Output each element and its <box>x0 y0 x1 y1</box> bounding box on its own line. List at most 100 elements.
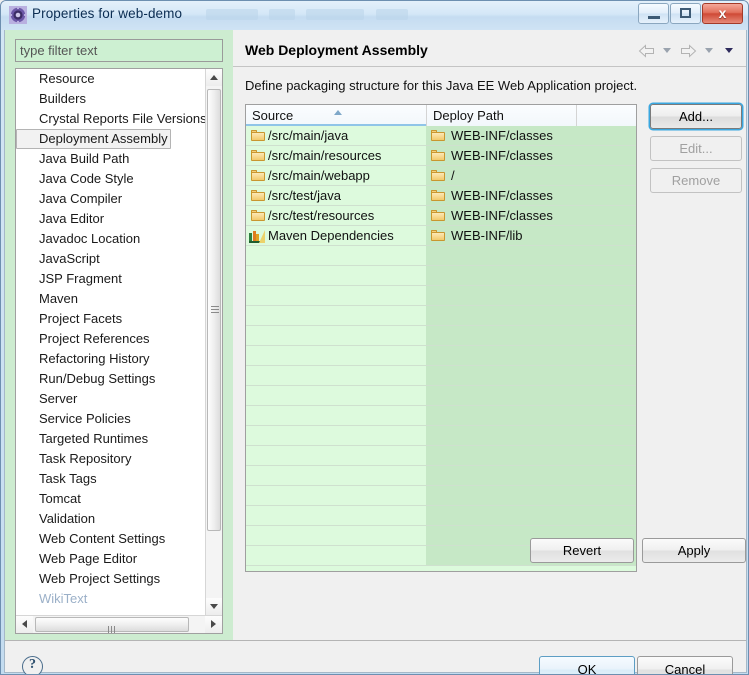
table-row[interactable]: /src/main/webapp / <box>246 166 636 186</box>
cell-deploy-path[interactable]: WEB-INF/classes <box>426 186 576 206</box>
table-row-empty[interactable] <box>246 506 636 526</box>
forward-arrow-icon[interactable] <box>680 44 697 58</box>
sidebar-item-task-repository[interactable]: Task Repository <box>16 449 206 469</box>
cell-source[interactable]: /src/main/resources <box>246 146 426 166</box>
maximize-button[interactable] <box>670 3 701 24</box>
table-row-empty[interactable] <box>246 386 636 406</box>
add-button[interactable]: Add... <box>650 104 742 129</box>
table-row[interactable]: /src/test/resources WEB-INF/classes <box>246 206 636 226</box>
table-row-empty[interactable] <box>246 426 636 446</box>
back-arrow-icon[interactable] <box>638 44 655 58</box>
sidebar-item-resource[interactable]: Resource <box>16 69 206 89</box>
table-row[interactable]: Maven Dependencies WEB-INF/lib <box>246 226 636 246</box>
ok-button[interactable]: OK <box>539 656 635 674</box>
sidebar-item-maven[interactable]: Maven <box>16 289 206 309</box>
folder-icon <box>251 190 265 201</box>
cell-source[interactable]: /src/main/webapp <box>246 166 426 186</box>
sidebar-item-java-code-style[interactable]: Java Code Style <box>16 169 206 189</box>
sidebar-item-project-references[interactable]: Project References <box>16 329 206 349</box>
column-header-blank[interactable] <box>576 105 636 126</box>
scroll-down-button[interactable] <box>206 598 222 615</box>
table-row-empty[interactable] <box>246 406 636 426</box>
remove-button[interactable]: Remove <box>650 168 742 193</box>
sidebar-item-wikitext[interactable]: WikiText <box>16 589 206 609</box>
sidebar-item-task-tags[interactable]: Task Tags <box>16 469 206 489</box>
scroll-right-button[interactable] <box>205 616 222 633</box>
table-row-empty[interactable] <box>246 486 636 506</box>
deploy-path-label: WEB-INF/classes <box>451 128 553 143</box>
forward-history-chevron-down-icon[interactable] <box>704 48 713 54</box>
cell-deploy-path <box>426 326 576 346</box>
tree-horizontal-scroll-thumb[interactable] <box>35 617 189 633</box>
sidebar-item-deployment-assembly[interactable]: Deployment Assembly <box>16 129 171 149</box>
cell-deploy-path[interactable]: WEB-INF/lib <box>426 226 576 246</box>
table-row-empty[interactable] <box>246 366 636 386</box>
sidebar-item-web-page-editor[interactable]: Web Page Editor <box>16 549 206 569</box>
cell-deploy-path[interactable]: WEB-INF/classes <box>426 206 576 226</box>
cell-deploy-path[interactable]: WEB-INF/classes <box>426 146 576 166</box>
sidebar-item-builders[interactable]: Builders <box>16 89 206 109</box>
tree-horizontal-scrollbar[interactable] <box>16 615 222 633</box>
revert-button[interactable]: Revert <box>530 538 634 563</box>
cell-source[interactable]: Maven Dependencies <box>246 226 426 246</box>
sidebar-item-project-facets[interactable]: Project Facets <box>16 309 206 329</box>
table-row[interactable]: /src/main/java WEB-INF/classes <box>246 126 636 146</box>
sidebar-item-javadoc-location[interactable]: Javadoc Location <box>16 229 206 249</box>
table-row-empty[interactable] <box>246 326 636 346</box>
cell-source[interactable]: /src/test/java <box>246 186 426 206</box>
close-button[interactable]: x <box>702 3 743 24</box>
sidebar-item-server[interactable]: Server <box>16 389 206 409</box>
cell-blank <box>576 506 636 526</box>
back-history-chevron-down-icon[interactable] <box>662 48 671 54</box>
cell-deploy-path <box>426 246 576 266</box>
help-question-icon[interactable]: ? <box>22 656 43 674</box>
sidebar-item-web-project-settings[interactable]: Web Project Settings <box>16 569 206 589</box>
cell-source[interactable]: /src/main/java <box>246 126 426 146</box>
table-row-empty[interactable] <box>246 246 636 266</box>
column-header-deploy-path[interactable]: Deploy Path <box>426 105 576 126</box>
table-row-empty[interactable] <box>246 286 636 306</box>
cell-blank <box>576 246 636 266</box>
cell-deploy-path[interactable]: / <box>426 166 576 186</box>
filter-box[interactable] <box>15 39 223 62</box>
table-row[interactable]: /src/test/java WEB-INF/classes <box>246 186 636 206</box>
table-row-empty[interactable] <box>246 306 636 326</box>
sidebar-item-service-policies[interactable]: Service Policies <box>16 409 206 429</box>
cell-deploy-path[interactable]: WEB-INF/classes <box>426 126 576 146</box>
sidebar-item-label: Validation <box>39 511 96 526</box>
search-input[interactable] <box>16 40 222 61</box>
sidebar-item-jsp-fragment[interactable]: JSP Fragment <box>16 269 206 289</box>
sidebar-item-crystal-reports-file-versions[interactable]: Crystal Reports File Versions <box>16 109 206 129</box>
sidebar-item-java-editor[interactable]: Java Editor <box>16 209 206 229</box>
sidebar-item-tomcat[interactable]: Tomcat <box>16 489 206 509</box>
page-menu-chevron-down-icon[interactable] <box>725 48 733 54</box>
sidebar-item-validation[interactable]: Validation <box>16 509 206 529</box>
scroll-up-button[interactable] <box>206 69 222 86</box>
sidebar-item-targeted-runtimes[interactable]: Targeted Runtimes <box>16 429 206 449</box>
tree-vertical-scroll-thumb[interactable] <box>207 89 221 531</box>
minimize-button[interactable] <box>638 3 669 24</box>
table-row-empty[interactable] <box>246 466 636 486</box>
sidebar-item-web-content-settings[interactable]: Web Content Settings <box>16 529 206 549</box>
cell-blank <box>576 406 636 426</box>
table-row-empty[interactable] <box>246 266 636 286</box>
edit-button[interactable]: Edit... <box>650 136 742 161</box>
table-row-empty[interactable] <box>246 346 636 366</box>
cancel-button[interactable]: Cancel <box>637 656 733 674</box>
sidebar-item-java-compiler[interactable]: Java Compiler <box>16 189 206 209</box>
apply-button[interactable]: Apply <box>642 538 746 563</box>
tree-vertical-scrollbar[interactable] <box>205 69 222 615</box>
source-label: /src/test/resources <box>268 208 375 223</box>
column-header-source[interactable]: Source <box>246 105 426 126</box>
sidebar-item-run-debug-settings[interactable]: Run/Debug Settings <box>16 369 206 389</box>
cell-deploy-path <box>426 386 576 406</box>
sidebar-item-refactoring-history[interactable]: Refactoring History <box>16 349 206 369</box>
table-row-empty[interactable] <box>246 446 636 466</box>
scroll-left-button[interactable] <box>16 616 33 633</box>
cell-deploy-path <box>426 406 576 426</box>
table-row[interactable]: /src/main/resources WEB-INF/classes <box>246 146 636 166</box>
cell-source[interactable]: /src/test/resources <box>246 206 426 226</box>
sidebar-item-javascript[interactable]: JavaScript <box>16 249 206 269</box>
sidebar-item-java-build-path[interactable]: Java Build Path <box>16 149 206 169</box>
cell-source <box>246 426 426 446</box>
